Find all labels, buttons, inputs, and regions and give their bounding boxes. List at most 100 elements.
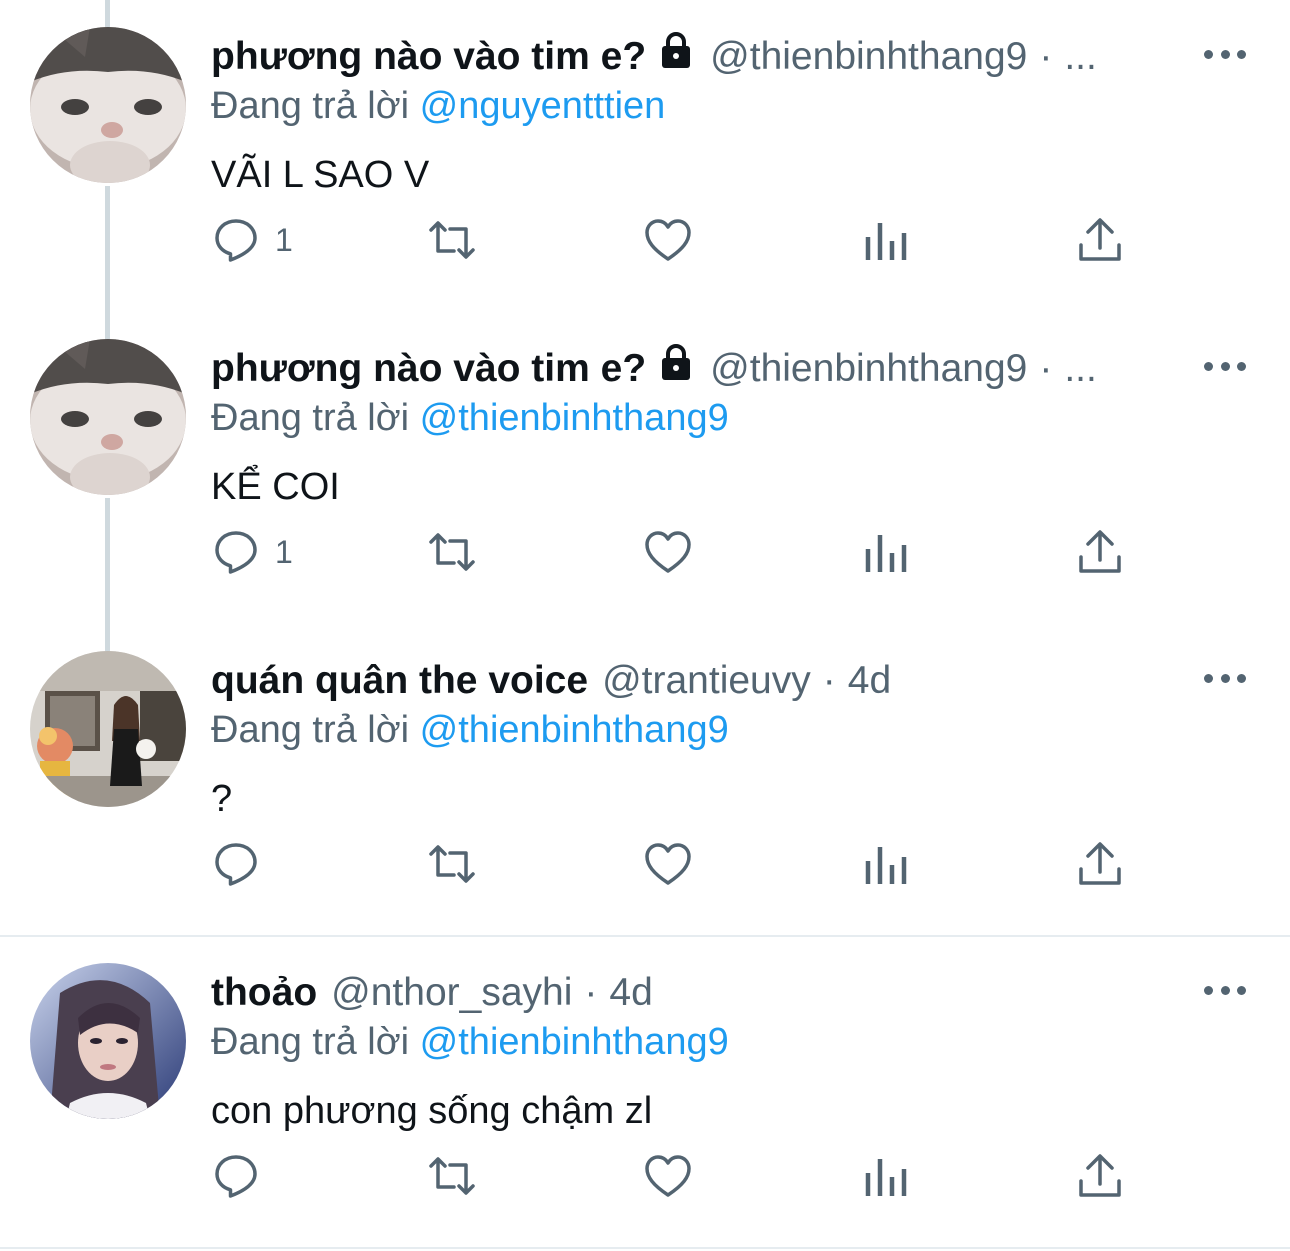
tweet-text: ? <box>211 778 233 820</box>
lock-icon <box>656 342 696 396</box>
woman-portrait-avatar-image <box>30 963 186 1119</box>
like-button[interactable] <box>643 522 693 582</box>
tweet-header: phương nào vào tim e? @thienbinhthang9 ·… <box>211 343 1097 395</box>
replying-to: Đang trả lời @thienbinhthang9 <box>211 1017 729 1067</box>
tweet-header: thoảo @nthor_sayhi · 4d <box>211 967 653 1019</box>
tweet-header: phương nào vào tim e? @thienbinhthang9 ·… <box>211 31 1097 83</box>
share-upload-icon <box>1079 218 1121 261</box>
reply-bubble-icon <box>215 1155 257 1198</box>
heart-icon <box>645 843 691 885</box>
avatar[interactable] <box>30 963 186 1119</box>
views-button[interactable] <box>861 834 911 894</box>
more-dots-icon[interactable] <box>1204 348 1246 384</box>
tweet[interactable]: quán quân the voice @trantieuvy · 4d Đan… <box>0 624 1290 936</box>
tweet-text: KỂ COI <box>211 466 340 508</box>
retweet-icon <box>429 533 475 571</box>
cat-avatar-image <box>30 339 186 495</box>
share-button[interactable] <box>1075 210 1125 270</box>
views-bar-chart-icon <box>865 535 907 572</box>
user-handle[interactable]: @trantieuvy <box>602 655 811 707</box>
tweet-text: VÃI L SAO V <box>211 154 430 196</box>
share-upload-icon <box>1079 842 1121 885</box>
separator-dot: · <box>1039 347 1053 390</box>
replying-to: Đang trả lời @thienbinhthang9 <box>211 705 729 755</box>
share-upload-icon <box>1079 530 1121 573</box>
views-bar-chart-icon <box>865 1159 907 1196</box>
tweet-text: con phương sống chậm zl <box>211 1090 653 1132</box>
share-button[interactable] <box>1075 522 1125 582</box>
share-button[interactable] <box>1075 1146 1125 1206</box>
separator-dot: · <box>822 659 836 702</box>
avatar[interactable] <box>30 339 186 495</box>
views-bar-chart-icon <box>865 847 907 884</box>
replying-to-label: Đang trả lời <box>211 85 410 127</box>
views-button[interactable] <box>861 1146 911 1206</box>
tweet-header: quán quân the voice @trantieuvy · 4d <box>211 655 891 707</box>
retweet-button[interactable] <box>427 834 477 894</box>
tweet[interactable]: thoảo @nthor_sayhi · 4d Đang trả lời @th… <box>0 936 1290 1248</box>
retweet-icon <box>429 845 475 883</box>
heart-icon <box>645 531 691 573</box>
display-name[interactable]: phương nào vào tim e? <box>211 343 646 395</box>
timestamp[interactable]: ... <box>1064 31 1097 83</box>
retweet-button[interactable] <box>427 1146 477 1206</box>
reply-bubble-icon <box>215 219 257 262</box>
more-dots-icon[interactable] <box>1204 36 1246 72</box>
reply-button[interactable]: 1 <box>211 210 293 270</box>
cat-avatar-image <box>30 27 186 183</box>
retweet-button[interactable] <box>427 210 477 270</box>
tweet-actions <box>211 834 1151 894</box>
replying-to: Đang trả lời @nguyentttien <box>211 81 665 131</box>
replying-to-label: Đang trả lời <box>211 1021 410 1063</box>
replying-to: Đang trả lời @thienbinhthang9 <box>211 393 729 443</box>
tweet-actions: 1 <box>211 210 1151 270</box>
tweet[interactable]: phương nào vào tim e? @thienbinhthang9 ·… <box>0 0 1290 312</box>
timestamp[interactable]: 4d <box>609 967 652 1019</box>
reply-button[interactable] <box>211 834 275 894</box>
avatar[interactable] <box>30 651 186 807</box>
replying-to-label: Đang trả lời <box>211 397 410 439</box>
like-button[interactable] <box>643 834 693 894</box>
tweet-actions <box>211 1146 1151 1206</box>
separator-dot: · <box>1039 35 1053 78</box>
lock-icon <box>656 30 696 84</box>
display-name[interactable]: thoảo <box>211 967 317 1019</box>
display-name[interactable]: phương nào vào tim e? <box>211 31 646 83</box>
reply-bubble-icon <box>215 843 257 886</box>
retweet-icon <box>429 1157 475 1195</box>
reply-count: 1 <box>275 221 293 258</box>
like-button[interactable] <box>643 1146 693 1206</box>
replying-to-mention[interactable]: @nguyentttien <box>420 85 666 127</box>
like-button[interactable] <box>643 210 693 270</box>
user-handle[interactable]: @thienbinhthang9 <box>710 343 1027 395</box>
timestamp[interactable]: 4d <box>848 655 891 707</box>
replying-to-label: Đang trả lời <box>211 709 410 751</box>
avatar[interactable] <box>30 27 186 183</box>
views-bar-chart-icon <box>865 223 907 260</box>
display-name[interactable]: quán quân the voice <box>211 655 588 707</box>
tweet[interactable]: phương nào vào tim e? @thienbinhthang9 ·… <box>0 312 1290 624</box>
replying-to-mention[interactable]: @thienbinhthang9 <box>420 397 729 439</box>
woman-with-dog-avatar-image <box>30 651 186 807</box>
tweet-actions: 1 <box>211 522 1151 582</box>
share-button[interactable] <box>1075 834 1125 894</box>
tweet-divider <box>0 1247 1290 1249</box>
retweet-icon <box>429 221 475 259</box>
heart-icon <box>645 219 691 261</box>
retweet-button[interactable] <box>427 522 477 582</box>
more-dots-icon[interactable] <box>1204 972 1246 1008</box>
more-dots-icon[interactable] <box>1204 660 1246 696</box>
views-button[interactable] <box>861 210 911 270</box>
share-upload-icon <box>1079 1154 1121 1197</box>
timestamp[interactable]: ... <box>1064 343 1097 395</box>
user-handle[interactable]: @thienbinhthang9 <box>710 31 1027 83</box>
reply-count: 1 <box>275 533 293 570</box>
replying-to-mention[interactable]: @thienbinhthang9 <box>420 1021 729 1063</box>
user-handle[interactable]: @nthor_sayhi <box>331 967 572 1019</box>
views-button[interactable] <box>861 522 911 582</box>
heart-icon <box>645 1155 691 1197</box>
reply-button[interactable]: 1 <box>211 522 293 582</box>
reply-button[interactable] <box>211 1146 275 1206</box>
reply-bubble-icon <box>215 531 257 574</box>
replying-to-mention[interactable]: @thienbinhthang9 <box>420 709 729 751</box>
